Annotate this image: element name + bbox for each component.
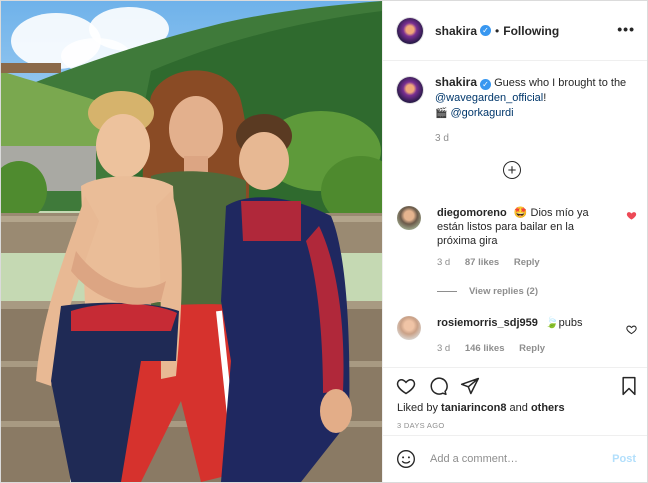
author-username[interactable]: shakira [435,24,477,38]
post-timestamp[interactable]: 3 DAYS AGO [397,421,444,430]
caption-username[interactable]: shakira [435,75,477,89]
share-paper-plane-icon[interactable] [460,376,480,396]
commenter-avatar[interactable] [397,316,421,340]
instagram-post: shakira ✓ • Following ••• shakira ✓ Guess… [0,0,648,483]
save-bookmark-icon[interactable] [619,376,639,396]
header-separator: • [495,23,500,38]
post-header: shakira ✓ • Following ••• [383,1,647,61]
comment-time[interactable]: 3 d [437,257,450,268]
post-comment-button[interactable]: Post [612,453,636,465]
verified-icon: ✓ [480,79,492,90]
caption-text: Guess who I brought to the [494,77,627,89]
caption-exclaim: ! [543,92,547,104]
reply-button[interactable]: Reply [514,257,540,268]
post-details-panel: shakira ✓ • Following ••• shakira ✓ Guess… [382,1,647,482]
liked-by-prefix: Liked by [397,402,438,414]
view-replies-label: View replies (2) [469,286,538,297]
comment-likes[interactable]: 146 likes [465,343,505,354]
mention-wavegarden[interactable]: @wavegarden_official [435,92,543,104]
photo-illustration [1,1,382,482]
comment-text: pubs [558,317,583,329]
commenter-avatar[interactable] [397,206,421,230]
comment-emoji: 🍃 [544,317,559,329]
clapper-board-icon: 🎬 [435,108,448,119]
more-options-icon[interactable]: ••• [617,21,635,37]
load-more-comments-icon[interactable]: + [503,161,521,179]
comments-section[interactable]: shakira ✓ Guess who I brought to the @wav… [383,61,647,367]
liked-by-user[interactable]: taniarincon8 [441,402,506,414]
heart-outline-icon[interactable] [626,324,637,335]
comment-time[interactable]: 3 d [437,343,450,354]
comment-item: rosiemorris_sdj959 🍃pubs 3 d 146 likes R… [397,316,637,356]
caption-avatar[interactable] [397,77,423,103]
commenter-username[interactable]: diegomoreno [437,207,507,219]
heart-filled-icon[interactable] [626,210,637,221]
liked-by-text: Liked by taniarincon8 and others [397,402,565,414]
liked-by-others[interactable]: others [531,402,565,414]
verified-icon: ✓ [480,25,492,36]
post-actions: Liked by taniarincon8 and others 3 DAYS … [383,367,647,430]
caption-time[interactable]: 3 d [435,131,630,146]
comment-bubble-icon[interactable] [428,376,448,396]
add-comment-bar: Post [383,435,647,482]
replies-line [437,291,457,292]
add-comment-input[interactable] [428,452,612,466]
view-replies-button[interactable]: View replies (2) [437,286,538,297]
comment-likes[interactable]: 87 likes [465,257,499,268]
following-button[interactable]: Following [503,24,559,38]
author-avatar[interactable] [397,17,423,44]
post-caption: shakira ✓ Guess who I brought to the @wav… [397,75,637,146]
commenter-username[interactable]: rosiemorris_sdj959 [437,317,538,329]
reply-button[interactable]: Reply [519,343,545,354]
post-photo[interactable] [1,1,382,482]
emoji-smiley-icon[interactable] [396,449,416,469]
comment-item: diegomoreno 🤩 Dios mío ya están listos p… [397,206,637,270]
liked-by-and: and [509,402,528,414]
like-heart-icon[interactable] [396,376,416,396]
mention-gorkagurdi[interactable]: @gorkagurdi [450,107,513,119]
comment-emoji: 🤩 [513,207,528,219]
